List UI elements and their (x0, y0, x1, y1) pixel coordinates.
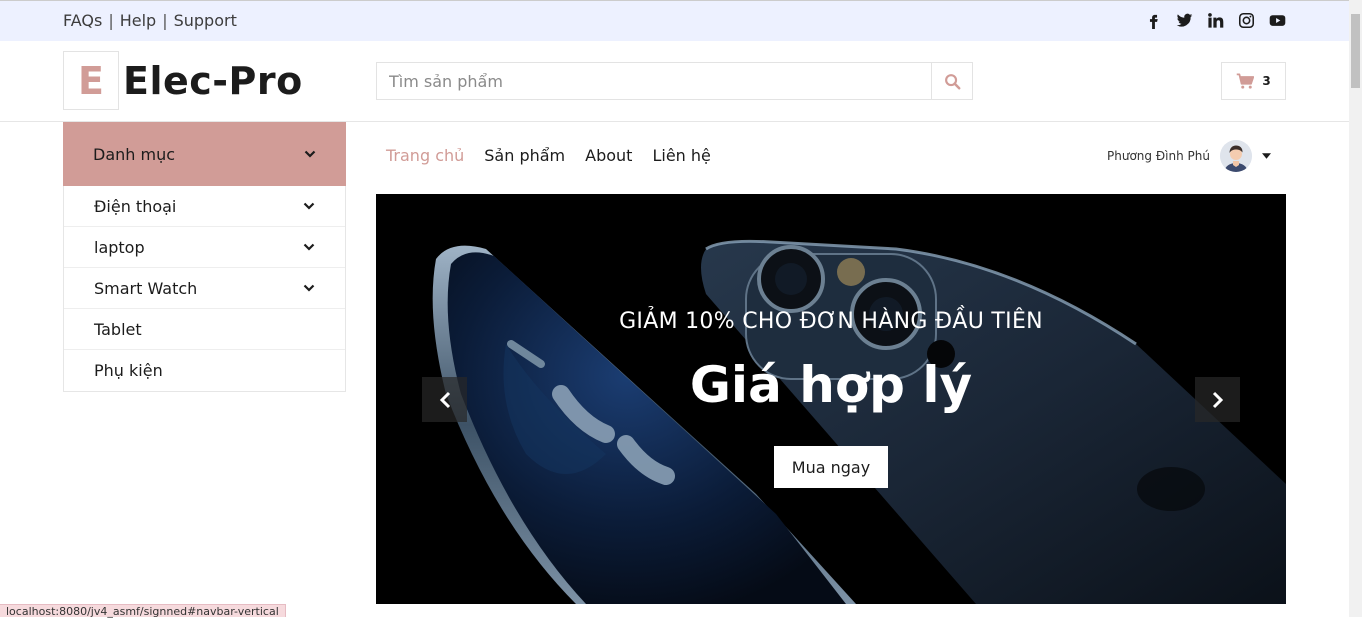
shopping-cart-icon (1237, 72, 1255, 89)
chevron-down-icon (303, 202, 315, 210)
category-list: Điện thoại laptop Smart Watch Tablet Phụ… (63, 186, 346, 392)
category-item-label: laptop (94, 237, 145, 257)
site-header: E Elec-Pro 3 (0, 41, 1349, 122)
separator: | (162, 11, 168, 30)
hero-carousel: GIẢM 10% CHO ĐƠN HÀNG ĐẦU TIÊN Giá hợp l… (376, 194, 1286, 604)
caret-down-icon (1261, 153, 1271, 159)
nav-products[interactable]: Sản phẩm (484, 146, 565, 165)
separator: | (108, 11, 114, 30)
category-item-label: Phụ kiện (94, 361, 163, 380)
logo-text: Elec-Pro (123, 58, 303, 103)
twitter-icon[interactable] (1176, 12, 1193, 29)
instagram-icon[interactable] (1238, 12, 1255, 29)
category-item-label: Smart Watch (94, 278, 198, 298)
logo[interactable]: E Elec-Pro (63, 51, 303, 110)
scrollbar-thumb[interactable] (1351, 14, 1360, 88)
chevron-right-icon (1212, 391, 1223, 408)
nav-home[interactable]: Trang chủ (386, 146, 464, 165)
cart-button[interactable]: 3 (1221, 62, 1286, 100)
category-title: Danh mục (93, 144, 176, 164)
category-item-phu-kien[interactable]: Phụ kiện (64, 350, 345, 391)
carousel-next-button[interactable] (1195, 377, 1240, 422)
category-item-label: Tablet (94, 319, 142, 339)
chevron-down-icon (303, 243, 315, 251)
category-item-label: Điện thoại (94, 196, 177, 216)
chevron-down-icon (303, 284, 315, 292)
faqs-link[interactable]: FAQs (63, 11, 102, 30)
hero-subtitle: GIẢM 10% CHO ĐƠN HÀNG ĐẦU TIÊN (619, 309, 1043, 334)
nav-about[interactable]: About (585, 146, 632, 165)
cart-count: 3 (1262, 74, 1271, 88)
carousel-prev-button[interactable] (422, 377, 467, 422)
scrollbar[interactable] (1349, 0, 1362, 617)
chevron-down-icon (304, 150, 316, 158)
search-button[interactable] (931, 63, 972, 99)
shop-now-button[interactable]: Mua ngay (774, 446, 888, 488)
category-item-smart-watch[interactable]: Smart Watch (64, 268, 345, 309)
top-links: FAQs | Help | Support (63, 11, 237, 30)
facebook-icon[interactable] (1145, 12, 1162, 29)
chevron-left-icon (439, 391, 450, 408)
hero-title: Giá hợp lý (689, 356, 973, 414)
main-nav: Trang chủ Sản phẩm About Liên hệ (386, 146, 711, 165)
support-link[interactable]: Support (174, 11, 237, 30)
category-toggle[interactable]: Danh mục (63, 122, 346, 186)
user-menu[interactable]: Phương Đình Phú (1107, 140, 1271, 172)
avatar (1219, 140, 1252, 172)
nav-contact[interactable]: Liên hệ (652, 146, 710, 165)
linkedin-icon[interactable] (1207, 12, 1224, 29)
social-links (1145, 12, 1286, 29)
browser-status-url: localhost:8080/jv4_asmf/signned#navbar-v… (0, 604, 286, 618)
logo-letter: E (63, 51, 119, 110)
hero-caption: GIẢM 10% CHO ĐƠN HÀNG ĐẦU TIÊN Giá hợp l… (376, 194, 1286, 604)
top-bar: FAQs | Help | Support (0, 0, 1349, 41)
category-item-dien-thoai[interactable]: Điện thoại (64, 186, 345, 227)
youtube-icon[interactable] (1269, 12, 1286, 29)
search-icon (944, 73, 960, 89)
search-input[interactable] (377, 63, 931, 99)
user-name: Phương Đình Phú (1107, 149, 1210, 163)
search-bar (376, 62, 973, 100)
category-item-laptop[interactable]: laptop (64, 227, 345, 268)
category-item-tablet[interactable]: Tablet (64, 309, 345, 350)
help-link[interactable]: Help (120, 11, 156, 30)
